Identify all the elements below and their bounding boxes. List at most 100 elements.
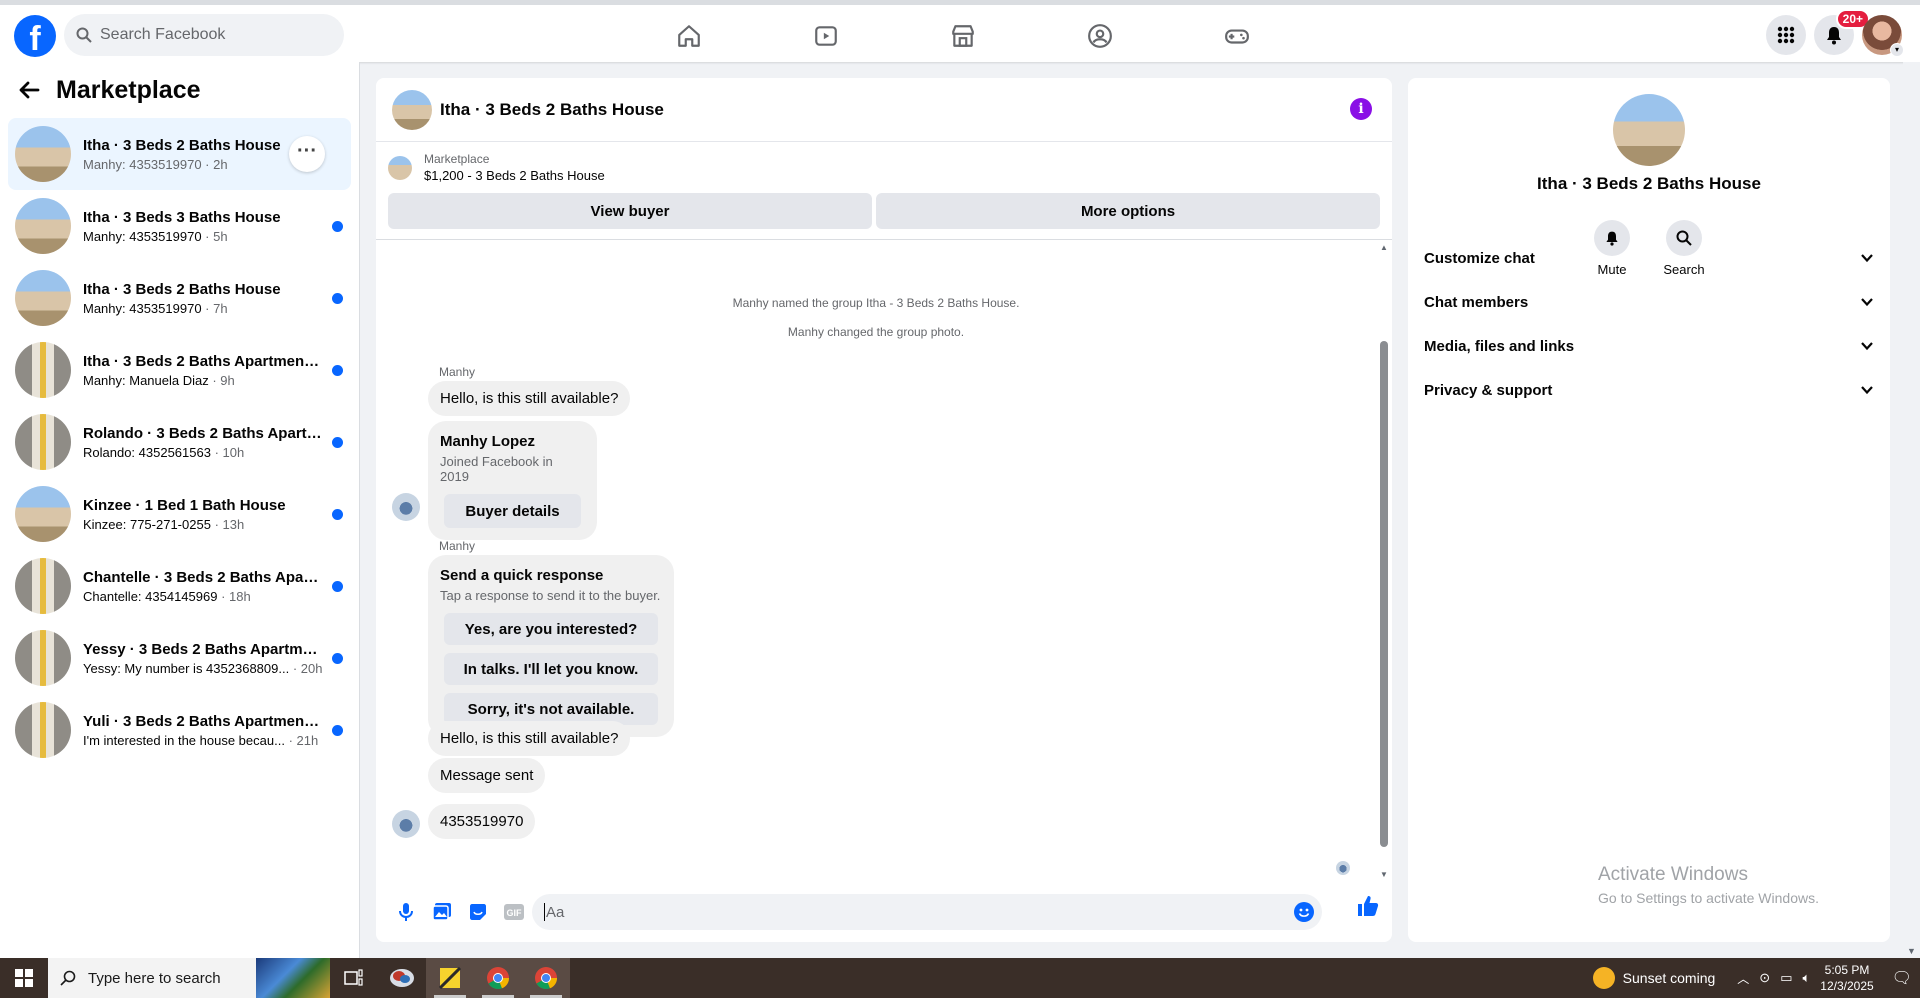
sticky-notes-icon[interactable] [426,958,474,998]
media-files-links-row[interactable]: Media, files and links [1424,326,1874,366]
conversation-preview: Rolando: 4352561563 · 10h [83,445,323,460]
network-icon[interactable]: ▭ [1780,970,1792,986]
info-icon[interactable]: i [1350,98,1372,120]
conversation-text: Kinzee · 1 Bed 1 Bath House Kinzee: 775-2… [83,497,323,532]
page-scrollbar[interactable]: ▼ [1903,62,1920,958]
task-view-icon[interactable] [330,958,378,998]
conversation-title: Yuli · 3 Beds 2 Baths Apartment/... [83,712,323,730]
microphone-icon[interactable] [388,894,424,930]
conversation-item[interactable]: Chantelle · 3 Beds 2 Baths Apart... Chant… [8,550,351,622]
gif-icon[interactable]: GIF [496,894,532,930]
conversation-item[interactable]: Yuli · 3 Beds 2 Baths Apartment/... I'm i… [8,694,351,766]
view-buyer-button[interactable]: View buyer [388,193,873,229]
conversation-item[interactable]: Itha · 3 Beds 3 Baths House Manhy: 435351… [8,190,351,262]
conversation-item[interactable]: Itha · 3 Beds 2 Baths House Manhy: 435351… [8,118,351,190]
conversation-thumbnail [15,486,71,542]
privacy-support-row[interactable]: Privacy & support [1424,370,1874,410]
scrollbar-thumb[interactable] [1380,341,1388,847]
weather-widget[interactable]: Sunset coming [1592,967,1715,989]
notifications-center-icon[interactable]: 🗨︎ [1892,968,1912,988]
conversation-item[interactable]: Kinzee · 1 Bed 1 Bath House Kinzee: 775-2… [8,478,351,550]
conversation-item[interactable]: Itha · 3 Beds 2 Baths Apartment/... Manhy… [8,334,351,406]
quick-reply-yes-button[interactable]: Yes, are you interested? [444,613,658,645]
conversation-item[interactable]: Rolando · 3 Beds 2 Baths Apartm... Roland… [8,406,351,478]
home-icon[interactable] [620,5,757,67]
app-icon[interactable] [378,958,426,998]
message-thread: Manhy named the group Itha - 3 Beds 2 Ba… [376,241,1376,881]
emoji-icon[interactable] [1294,902,1314,922]
scroll-up-icon[interactable]: ▲ [1380,243,1388,252]
notifications-button[interactable]: 20+ [1814,9,1870,55]
preview-time: · 10h [214,444,245,460]
show-hidden-icons-chevron-up-icon[interactable]: ︿ [1737,970,1749,987]
quick-reply-in-talks-button[interactable]: In talks. I'll let you know. [444,653,658,685]
buyer-details-button[interactable]: Buyer details [444,494,581,528]
more-options-button[interactable]: More options [876,193,1380,229]
system-message: Manhy named the group Itha - 3 Beds 2 Ba… [732,296,1020,310]
conversation-text: Chantelle · 3 Beds 2 Baths Apart... Chant… [83,569,323,604]
quick-response-card: Send a quick response Tap a response to … [428,555,674,737]
conversation-text: Itha · 3 Beds 2 Baths House Manhy: 435351… [83,137,323,172]
back-arrow-icon[interactable] [18,79,40,101]
unread-indicator [332,509,343,520]
clock-date: 12/3/2025 [1820,979,1874,993]
scroll-down-icon[interactable]: ▼ [1380,870,1388,879]
conversation-item[interactable]: Itha · 3 Beds 2 Baths House Manhy: 435351… [8,262,351,334]
facebook-logo-icon[interactable]: f [14,15,56,57]
search-highlight-image[interactable] [256,958,330,998]
conversation-thumbnail [15,342,71,398]
search-facebook-input[interactable]: Search Facebook [64,14,344,56]
row-label: Customize chat [1424,249,1535,267]
conversation-preview: Manhy: 4353519970 · 7h [83,301,323,316]
chat-header: Itha · 3 Beds 2 Baths House i [376,78,1392,142]
marketplace-icon[interactable] [894,5,1031,67]
more-options-icon[interactable]: ··· [289,136,325,172]
meet-now-icon[interactable]: ⊙ [1759,970,1770,986]
top-navigation-bar: f Search Facebook 20+ ▾ [0,0,1920,62]
conversation-item[interactable]: Yessy · 3 Beds 2 Baths Apartmen... Yessy:… [8,622,351,694]
read-receipt-avatar [1336,861,1350,875]
groups-icon[interactable] [1031,5,1168,67]
message-input[interactable]: Aa [532,894,1322,930]
grid-icon [1777,26,1795,44]
chat-members-row[interactable]: Chat members [1424,282,1874,322]
sunset-icon [1592,967,1615,989]
windows-start-icon[interactable] [0,958,48,998]
customize-chat-row[interactable]: Customize chat [1424,238,1874,278]
chat-avatar[interactable] [392,89,432,130]
preview-time: · 2h [205,156,228,172]
svg-text:GIF: GIF [507,908,523,918]
chat-group-photo[interactable] [1613,94,1685,166]
preview-time: · 5h [205,228,228,244]
gaming-icon[interactable] [1168,5,1305,67]
buyer-avatar[interactable] [392,493,420,521]
clock[interactable]: 5:05 PM 12/3/2025 [1820,962,1873,994]
sender-name: Manhy [439,539,476,553]
text-caret [544,903,545,921]
chrome-icon[interactable] [474,958,522,998]
chevron-down-icon [1861,254,1873,263]
menu-grid-button[interactable] [1766,15,1806,55]
conversation-preview: Chantelle: 4354145969 · 18h [83,589,323,604]
photo-icon[interactable] [424,894,460,930]
account-avatar[interactable]: ▾ [1862,15,1904,57]
marketplace-sidebar: Marketplace Itha · 3 Beds 2 Baths House M… [0,62,360,958]
conversation-thumbnail [15,558,71,614]
thumbs-up-icon[interactable] [1356,894,1380,923]
volume-icon[interactable]: 🔈︎ [1802,970,1810,986]
sticker-icon[interactable] [460,894,496,930]
chevron-down-icon: ▾ [1890,43,1904,57]
video-icon[interactable] [757,5,894,67]
activate-windows-subtitle: Go to Settings to activate Windows. [1598,890,1819,906]
scroll-down-icon[interactable]: ▼ [1907,946,1916,956]
search-placeholder: Search Facebook [100,26,226,43]
buyer-avatar[interactable] [392,810,420,838]
conversation-text: Rolando · 3 Beds 2 Baths Apartm... Roland… [83,425,323,460]
taskbar-search-input[interactable]: Type here to search [48,958,256,998]
row-label: Media, files and links [1424,337,1575,355]
message-bubble: 4353519970 [428,804,536,839]
chrome-profile-icon[interactable] [522,958,570,998]
preview-time: · 7h [205,300,228,316]
chat-title[interactable]: Itha · 3 Beds 2 Baths House [440,100,664,120]
chat-scrollbar[interactable]: ▲ ▼ [1376,241,1392,881]
